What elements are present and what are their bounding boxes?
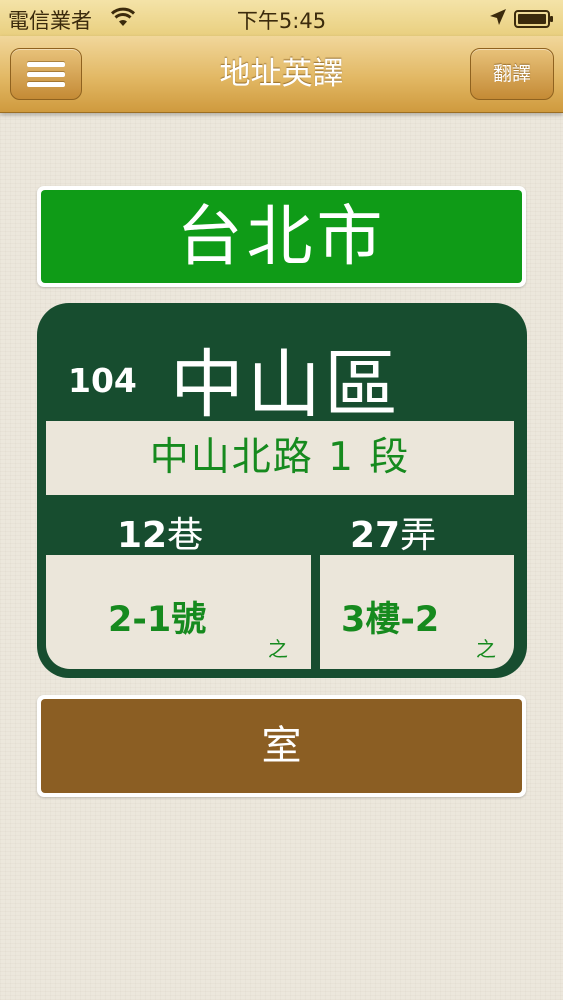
alley-field[interactable]: 27弄	[350, 506, 436, 558]
alley-unit: 弄	[400, 515, 437, 556]
navigation-bar: 地址英譯 翻譯	[0, 36, 563, 113]
clock: 下午5:45	[236, 9, 327, 33]
road-field[interactable]: 中山北路 1 段	[46, 421, 514, 495]
house-suffix: 之	[268, 637, 288, 661]
house-number-field[interactable]: 2-1號 之	[46, 555, 311, 669]
alley-number: 27	[350, 515, 401, 556]
room-field[interactable]: 室	[37, 695, 526, 797]
location-arrow-icon	[488, 7, 508, 32]
city-name: 台北市	[41, 190, 522, 283]
lane-unit: 巷	[167, 515, 204, 556]
lane-number: 12	[117, 515, 168, 556]
floor-number: 3樓-2	[341, 600, 440, 640]
district-name[interactable]: 中山區	[170, 325, 401, 432]
city-field[interactable]: 台北市	[37, 186, 526, 287]
house-number: 2-1號	[108, 600, 207, 640]
floor-suffix: 之	[476, 637, 496, 661]
zip-code[interactable]: 104	[68, 361, 137, 400]
translate-button[interactable]: 翻譯	[470, 48, 554, 100]
lane-field[interactable]: 12巷	[117, 506, 203, 558]
room-label: 室	[41, 699, 522, 793]
battery-icon	[514, 9, 554, 28]
district-panel: 104 中山區 中山北路 1 段 12巷 27弄 2-1號 之 3樓-2 之	[37, 303, 527, 678]
floor-field[interactable]: 3樓-2 之	[320, 555, 514, 669]
status-bar: 電信業者 下午5:45	[0, 0, 563, 36]
